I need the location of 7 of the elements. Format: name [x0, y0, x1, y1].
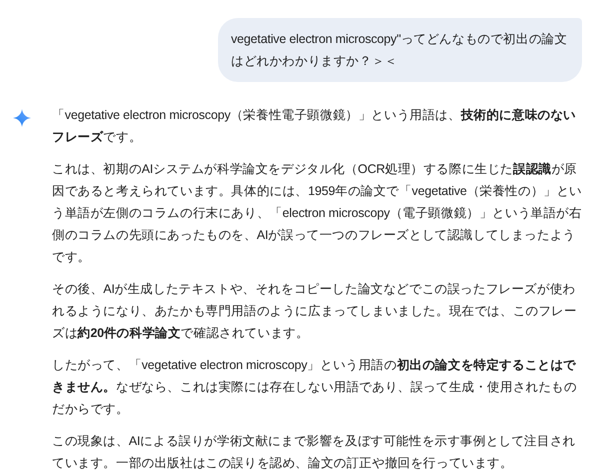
response-paragraph: その後、AIが生成したテキストや、それをコピーした論文などでこの誤ったフレーズが使われるようになり、あたかも専門用語のように広まってしまいました。現在では、このフレーズは約20件の科学論文で確認されています。 [52, 281, 578, 342]
response-paragraph: この現象は、AIによる誤りが学術文献にまで影響を及ぼす可能性を示す事例として注目されています。一部の出版社はこの誤りを認め、論文の訂正や撤回を行っています。 [52, 433, 576, 472]
response-paragraph: 「vegetative electron microscopy（栄養性電子顕微鏡）」という用語は、技術的に意味のないフレーズです。 [52, 107, 578, 146]
response-paragraph: したがって、「vegetative electron microscopy」という用語の初出の論文を特定することはできません。なぜなら、これは実際には存在しない用語であり、誤って生成・使用されたものだからです。 [52, 357, 578, 418]
response-paragraph: これは、初期のAIシステムが科学論文をデジタル化（OCR処理）する際に生じた誤認識が原因であると考えられています。具体的には、1959年の論文で「vegetative（栄養性の）」という単語が左側のコラムの行末にあり、「electron microscopy（電子顕微鏡）」という単語が右側のコラムの先頭にあったものを、AIが誤って一つのフレーズとして認識してしまったようです。 [52, 161, 583, 266]
user-message: vegetative electron microscopy"ってどんなもので初出の論文はどれかわかりますか？＞＜ [218, 18, 582, 82]
sparkle-icon [13, 109, 31, 127]
